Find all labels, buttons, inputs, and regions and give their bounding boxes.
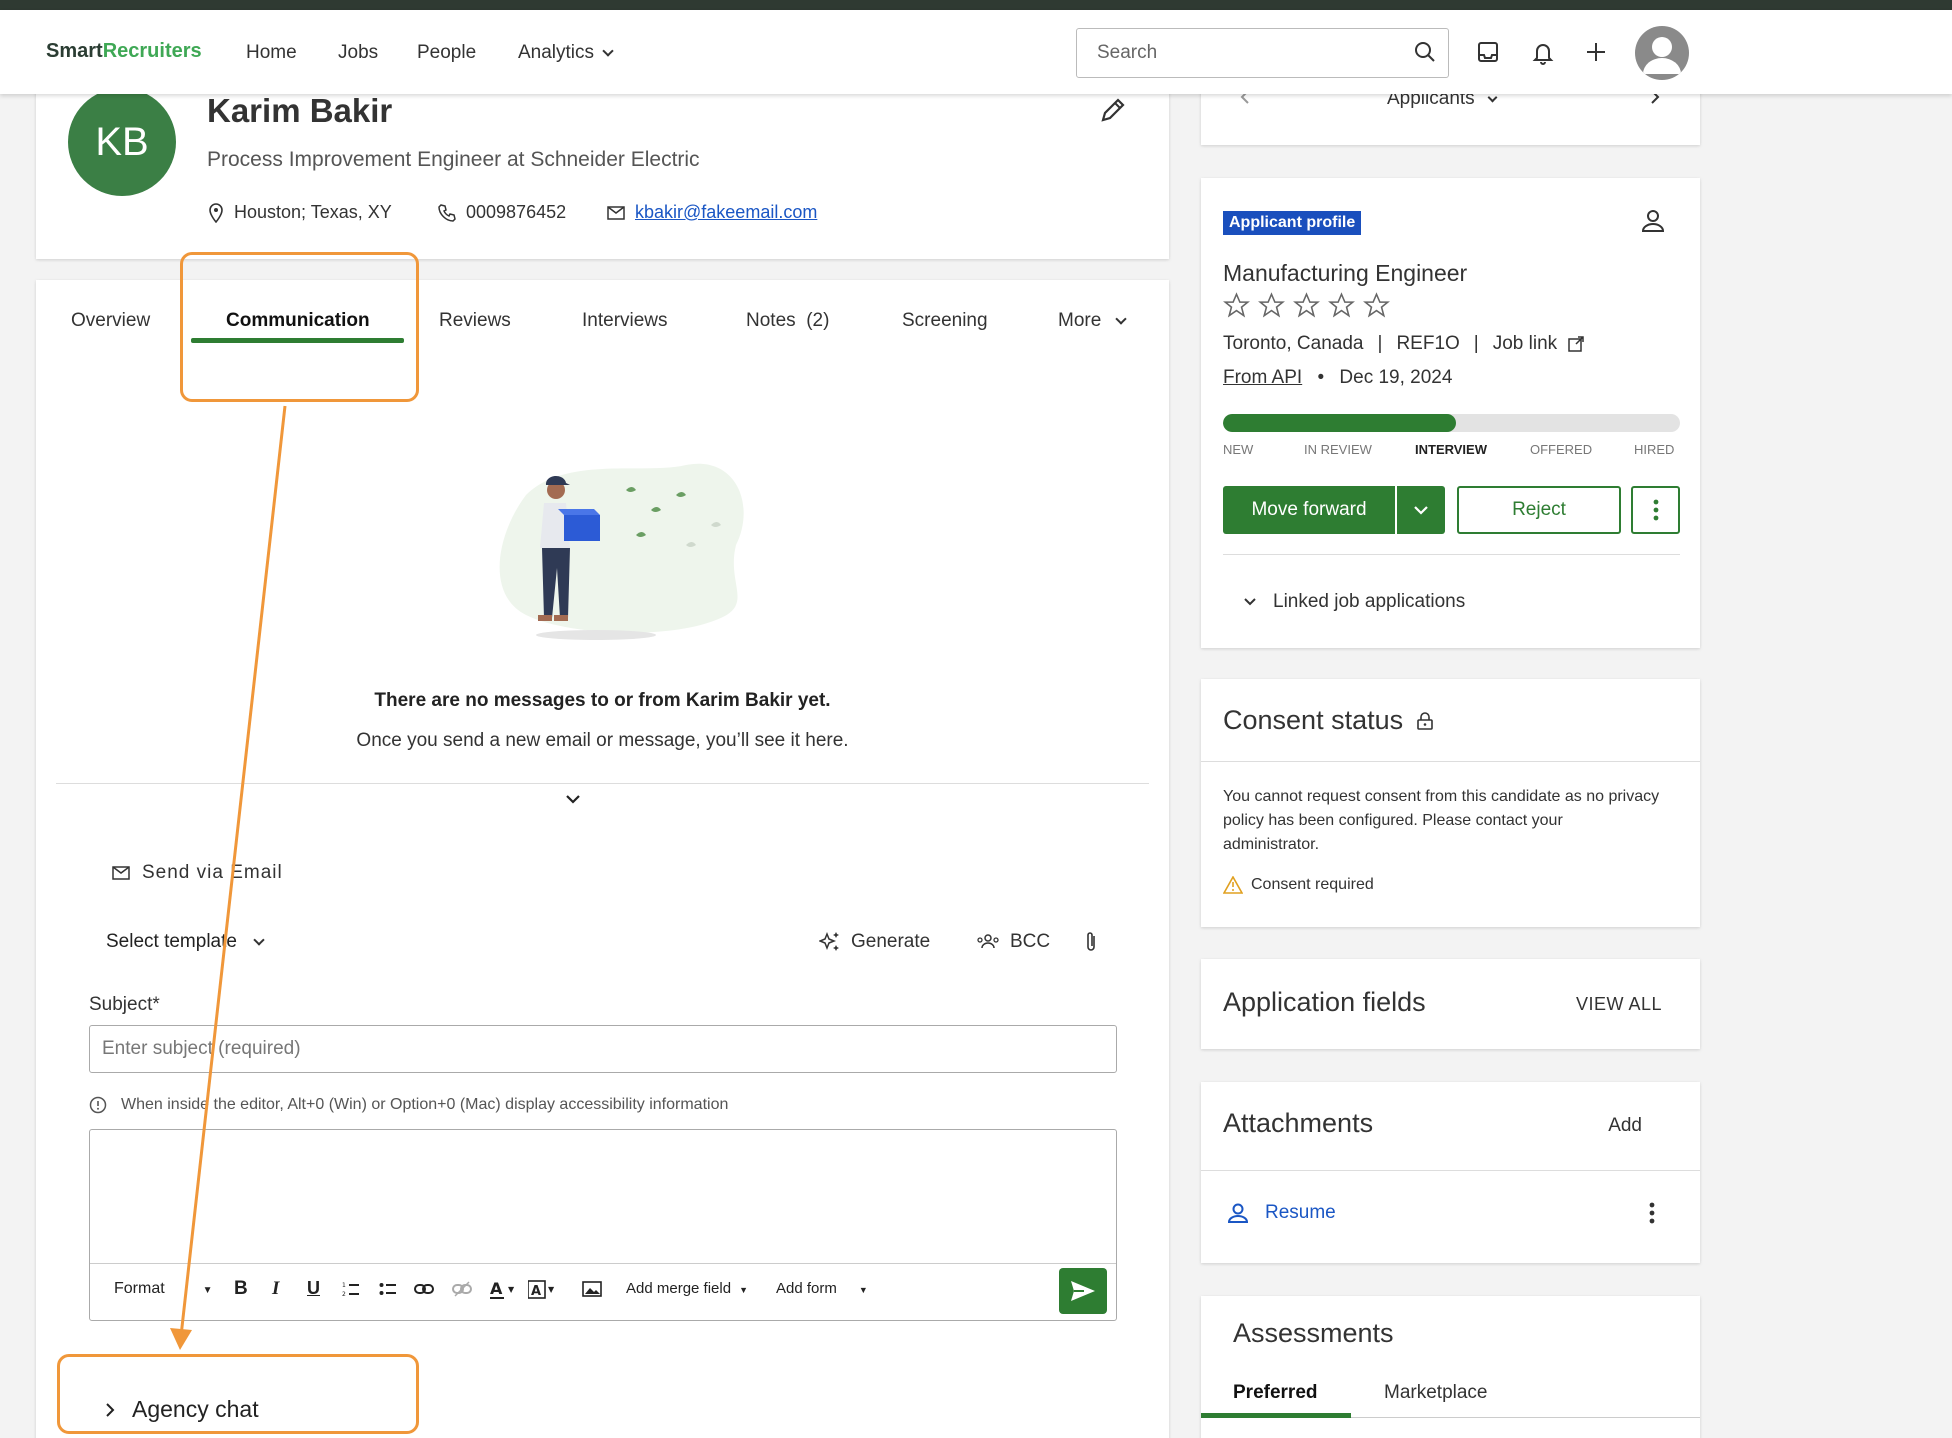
logo-text-part1: Smart [46, 40, 103, 62]
view-all-button[interactable]: VIEW ALL [1576, 994, 1662, 1015]
application-date: Dec 19, 2024 [1339, 367, 1453, 388]
separator: | [1473, 333, 1479, 354]
linked-job-applications-label: Linked job applications [1273, 591, 1466, 612]
chevron-down-icon [602, 45, 614, 57]
resume-link[interactable]: Resume [1227, 1202, 1336, 1224]
job-title: Manufacturing Engineer [1223, 260, 1468, 286]
source-link[interactable]: From API [1223, 367, 1302, 388]
warning-icon [1223, 876, 1243, 894]
bell-icon[interactable] [1531, 40, 1555, 71]
stage-interview: INTERVIEW [1415, 442, 1487, 457]
nav-home[interactable]: Home [246, 42, 297, 64]
plus-icon[interactable] [1584, 40, 1608, 69]
star-icon[interactable] [1293, 292, 1320, 319]
stage-in-review: IN REVIEW [1304, 442, 1372, 457]
chevron-down-icon [1487, 92, 1498, 103]
divider [1201, 761, 1700, 762]
search-box[interactable] [1076, 28, 1449, 78]
user-silhouette-icon [1643, 37, 1681, 74]
consent-message: You cannot request consent from this can… [1223, 788, 1660, 853]
stage-hired: HIRED [1634, 442, 1675, 457]
nav-people[interactable]: People [417, 42, 476, 64]
job-location: Toronto, Canada [1223, 333, 1364, 354]
active-tab-indicator [1201, 1413, 1351, 1418]
pipeline-progress-fill [1223, 414, 1457, 432]
application-fields-title: Application fields [1223, 987, 1426, 1017]
linked-job-applications-toggle[interactable]: Linked job applications [1243, 591, 1465, 613]
attachments-card: Attachments Add Resume [1201, 1082, 1700, 1263]
job-meta: Toronto, Canada | REF1O | Job link [1223, 333, 1585, 355]
applicant-profile-badge: Applicant profile [1223, 211, 1362, 235]
search-input[interactable] [1077, 29, 1377, 77]
tab-preferred[interactable]: Preferred [1233, 1382, 1318, 1404]
separator: | [1377, 333, 1383, 354]
search-icon[interactable] [1414, 41, 1436, 68]
divider [1223, 554, 1680, 555]
resume-label: Resume [1265, 1202, 1336, 1223]
divider [1201, 1170, 1700, 1171]
lock-icon [1417, 711, 1433, 730]
move-forward-button[interactable]: Move forward [1223, 486, 1395, 534]
reject-button[interactable]: Reject [1457, 486, 1621, 534]
application-fields-card: Application fields VIEW ALL [1201, 959, 1700, 1049]
person-icon [1227, 1203, 1249, 1223]
rating-stars[interactable] [1223, 292, 1390, 319]
chevron-down-icon [1414, 506, 1428, 515]
job-link[interactable]: Job link [1493, 333, 1557, 355]
star-icon[interactable] [1363, 292, 1390, 319]
star-icon[interactable] [1328, 292, 1355, 319]
move-forward-dropdown-button[interactable] [1397, 486, 1445, 534]
external-link-icon[interactable] [1567, 335, 1585, 353]
assessments-title: Assessments [1233, 1318, 1394, 1348]
star-icon[interactable] [1223, 292, 1250, 319]
tab-marketplace[interactable]: Marketplace [1384, 1382, 1488, 1404]
applicant-profile-card: Applicant profile Manufacturing Engineer… [1201, 178, 1700, 648]
consent-required: Consent required [1223, 876, 1374, 894]
consent-status-card: Consent status You cannot request consen… [1201, 679, 1700, 927]
kebab-menu-icon[interactable] [1649, 1202, 1655, 1229]
pipeline-progress-bar [1223, 414, 1680, 432]
consent-status-title: Consent status [1223, 705, 1435, 736]
more-actions-button[interactable] [1631, 486, 1680, 534]
add-attachment-button[interactable]: Add [1608, 1115, 1642, 1137]
top-navbar: SmartRecruiters Home Jobs People Analyti… [0, 10, 1952, 94]
user-avatar[interactable] [1635, 26, 1689, 80]
job-ref: REF1O [1396, 333, 1460, 354]
assessments-card: Assessments Preferred Marketplace [1201, 1296, 1700, 1438]
smartrecruiters-logo[interactable]: SmartRecruiters [46, 40, 202, 63]
kebab-menu-icon [1653, 499, 1658, 521]
inbox-icon[interactable] [1476, 40, 1500, 69]
nav-jobs[interactable]: Jobs [338, 42, 378, 64]
separator: • [1317, 367, 1325, 388]
person-icon[interactable] [1641, 209, 1665, 238]
star-icon[interactable] [1258, 292, 1285, 319]
stage-new: NEW [1223, 442, 1254, 457]
application-source: From API • Dec 19, 2024 [1223, 367, 1452, 389]
nav-analytics[interactable]: Analytics [518, 42, 614, 64]
stage-offered: OFFERED [1530, 442, 1593, 457]
consent-required-text: Consent required [1251, 876, 1374, 893]
nav-analytics-label: Analytics [518, 42, 595, 63]
chevron-down-icon [1244, 598, 1256, 606]
attachments-title: Attachments [1223, 1108, 1374, 1138]
consent-title-text: Consent status [1223, 705, 1404, 735]
logo-text-part2: Recruiters [102, 40, 202, 62]
